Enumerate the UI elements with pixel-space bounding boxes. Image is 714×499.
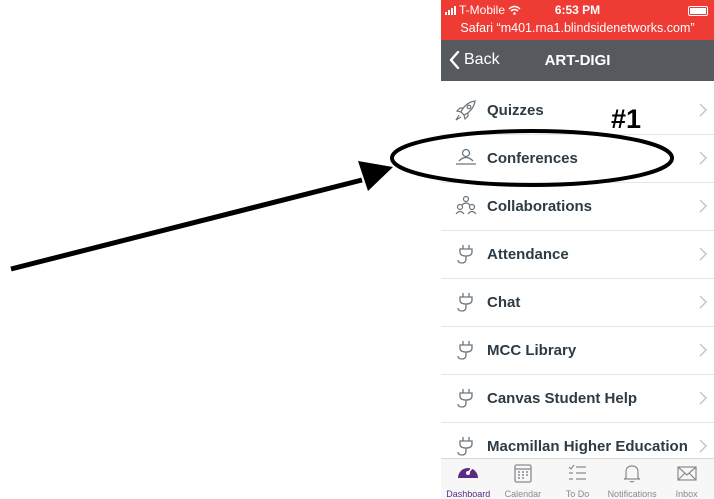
plug-icon (457, 245, 473, 264)
annotation-label: #1 (611, 104, 642, 134)
inbox-icon (677, 466, 697, 481)
bell-icon (623, 465, 641, 483)
menu-item-collaborations[interactable]: Collaborations (441, 183, 714, 231)
navigation-bar: Back ART-DIGI (441, 40, 714, 81)
rocket-icon (455, 100, 476, 121)
plug-icon (457, 293, 473, 312)
tab-inbox[interactable]: Inbox (659, 459, 714, 499)
menu-item-chat[interactable]: Chat (441, 279, 714, 327)
calendar-icon (514, 464, 532, 483)
return-to-browser-link[interactable]: Safari “m401.rna1.blindsidenetworks.com” (441, 21, 714, 35)
conference-icon (456, 148, 476, 165)
dashboard-icon (458, 467, 479, 478)
course-menu-list: Quizzes Conferences Collaborations Atten… (441, 87, 714, 471)
collaborations-icon (455, 195, 477, 215)
todo-icon (569, 464, 587, 480)
plug-icon (457, 389, 473, 408)
chevron-right-icon (699, 151, 708, 165)
battery-icon (688, 6, 708, 16)
chevron-right-icon (699, 343, 708, 357)
phone-screen: T-Mobile 6:53 PM Safari “m401.rna1.blind… (441, 0, 714, 499)
menu-item-mcc-library[interactable]: MCC Library (441, 327, 714, 375)
chevron-right-icon (699, 295, 708, 309)
status-bar: T-Mobile 6:53 PM Safari “m401.rna1.blind… (441, 0, 714, 40)
pointer-arrow-head (358, 161, 393, 191)
status-time: 6:53 PM (554, 3, 601, 17)
chevron-right-icon (699, 439, 708, 453)
menu-item-quizzes[interactable]: Quizzes (441, 87, 714, 135)
plug-icon (457, 341, 473, 360)
page-title: ART-DIGI (544, 52, 611, 69)
menu-item-attendance[interactable]: Attendance (441, 231, 714, 279)
chevron-right-icon (699, 247, 708, 261)
plug-icon (457, 437, 473, 456)
menu-item-canvas-student-help[interactable]: Canvas Student Help (441, 375, 714, 423)
tab-bar: Dashboard Calendar To Do Notifications I… (441, 458, 714, 499)
tab-notifications[interactable]: Notifications (605, 459, 660, 499)
tab-todo[interactable]: To Do (550, 459, 605, 499)
chevron-right-icon (699, 391, 708, 405)
tab-calendar[interactable]: Calendar (496, 459, 551, 499)
chevron-right-icon (699, 103, 708, 117)
chevron-right-icon (699, 199, 708, 213)
tab-dashboard[interactable]: Dashboard (441, 459, 496, 499)
pointer-arrow-shaft (10, 177, 363, 272)
menu-item-conferences[interactable]: Conferences (441, 135, 714, 183)
